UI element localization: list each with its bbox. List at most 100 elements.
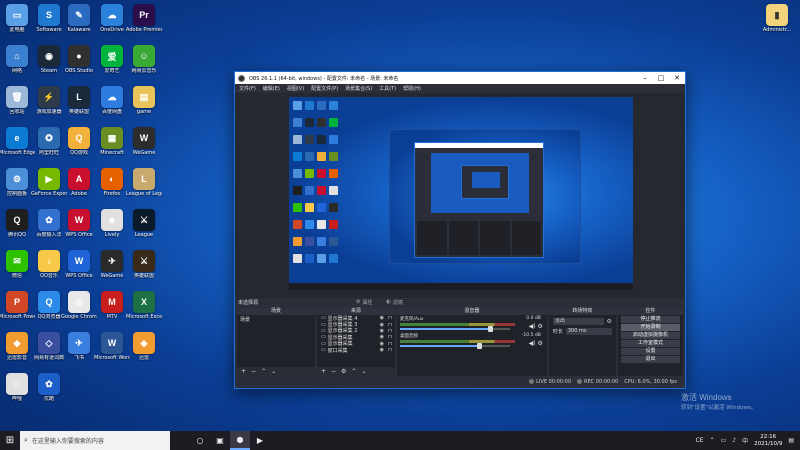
lock-icon[interactable]: ⊓ [388,315,392,321]
volume-slider-knob[interactable] [477,343,483,349]
desktop-icon[interactable]: ☺ 网易云音乐 [127,45,161,74]
desktop-icon[interactable]: ▭ 此电脑 [0,4,34,33]
windows-start-icon[interactable]: ⊞ [0,431,20,450]
remove-scene-icon[interactable]: − [251,368,256,375]
volume-slider[interactable] [399,343,510,349]
desktop-icon[interactable]: ☺ 哔哩 [0,373,34,402]
notification-icon[interactable]: ▤ [788,437,794,444]
desktop-icon[interactable]: Q QQ游戏 [62,127,96,156]
control-button[interactable]: 开始录制 [620,324,681,331]
network-icon[interactable]: ▭ [721,437,727,444]
desktop-icon[interactable]: W WPS Office [62,250,96,279]
desktop-icon[interactable]: 爱爱奇艺 [95,45,129,74]
lock-icon[interactable]: ⊓ [388,334,392,340]
eye-icon[interactable]: ◉ [380,322,384,328]
desktop-icon[interactable]: 🗑 回收站 [0,86,34,115]
chevron-up-icon[interactable]: ⌃ [261,368,266,375]
filters-button[interactable]: ◐ 滤镜 [387,299,403,306]
desktop-icon[interactable]: X Microsoft Excel [126,291,162,320]
desktop-icon[interactable]: ● OBS Studio [62,45,96,74]
chevron-down-icon[interactable]: ⌄ [271,368,276,375]
speaker-icon[interactable]: ◀) [529,323,536,330]
desktop-icon[interactable]: Pr Adobe Premiere [126,4,162,33]
desktop-icon[interactable]: ▤ game [127,86,161,115]
control-button[interactable]: 工作室模式 [620,340,681,347]
control-button[interactable]: 设置 [620,348,681,355]
obs-titlebar[interactable]: OBS 26.1.1 (64-bit, windows) - 配置文件: 未命名… [235,72,685,84]
desktop-icon[interactable]: Q 腾讯QQ [0,209,34,238]
source-item[interactable]: ▭ 窗口采集 ◉ ⊓ [317,347,395,354]
minimize-icon[interactable]: – [637,72,653,84]
desktop-icon[interactable]: ✉ 微信 [0,250,34,279]
lock-icon[interactable]: ⊓ [388,347,392,353]
menu-item[interactable]: 编辑(E) [263,85,280,92]
gear-icon[interactable]: ⚙ [536,323,542,330]
taskbar-app-icon[interactable]: ▶ [250,431,270,450]
menu-item[interactable]: 场景集合(S) [345,85,372,92]
desktop-icon[interactable]: ◐ Firefox [95,168,129,197]
desktop-icon[interactable]: PMicrosoft PowerPoint [0,291,35,320]
chevron-down-icon[interactable]: ⌄ [361,368,366,375]
desktop-icon[interactable]: ⚙ 控制面板 [0,168,34,197]
desktop-icon[interactable]: A Adobe [62,168,96,197]
desktop-icon[interactable]: LLeague of Legends [126,168,162,197]
eye-icon[interactable]: ◉ [380,341,384,347]
control-button[interactable]: 退出 [620,356,681,363]
gear-icon[interactable]: ⚙ [607,318,612,325]
desktop-icon[interactable]: M MTV [95,291,129,320]
add-source-icon[interactable]: + [321,368,326,375]
close-icon[interactable]: ✕ [669,72,685,84]
desktop-icon[interactable]: ◆ 迅雷 [127,332,161,361]
duration-field[interactable]: 300 ms [565,328,612,335]
menu-item[interactable]: 文件(F) [239,85,256,92]
desktop-icon[interactable]: e Microsoft Edge [0,127,35,156]
gear-icon[interactable]: ⚙ [536,340,542,347]
transition-select[interactable]: 淡出 [552,318,604,325]
desktop-icon[interactable]: ☁ 百度网盘 [95,86,129,115]
volume-icon[interactable]: ♪ [732,437,736,444]
desktop-icon-admin-folder[interactable]: ▮ Administr... [760,4,794,33]
menu-item[interactable]: 配置文件(P) [311,85,338,92]
eye-icon[interactable]: ◉ [380,347,384,353]
eye-icon[interactable]: ◉ [380,334,384,340]
desktop-icon[interactable]: ▦ Minecraft [95,127,129,156]
lock-icon[interactable]: ⊓ [388,322,392,328]
gear-icon[interactable]: ⚙ [341,368,346,375]
desktop-icon[interactable]: ✎ Kalaware [62,4,96,33]
obs-preview-canvas[interactable] [289,97,633,290]
task-view-icon[interactable]: ▣ [210,431,230,450]
desktop-icon[interactable]: W Microsoft Word [94,332,130,361]
ime-indicator[interactable]: 中 [742,436,748,445]
menu-item[interactable]: 工具(T) [379,85,396,92]
taskbar-clock[interactable]: 22:16 2021/10/9 [754,434,782,448]
lock-icon[interactable]: ⊓ [388,341,392,347]
speaker-icon[interactable]: ◀) [529,340,536,347]
desktop-icon[interactable]: ⚔ 英雄联盟 [127,250,161,279]
lock-icon[interactable]: ⊓ [388,328,392,334]
desktop-icon[interactable]: ◆ 迅雷影音 [0,332,34,361]
desktop-icon[interactable]: ⚔ League [127,209,161,238]
desktop-icon[interactable]: ✈ 飞书 [62,332,96,361]
add-scene-icon[interactable]: + [241,368,246,375]
desktop-icon[interactable]: ◎ Google Chrome [61,291,97,320]
control-button[interactable]: 停止推流 [620,316,681,323]
properties-button[interactable]: ⚙ 属性 [356,299,373,306]
maximize-icon[interactable]: □ [653,72,669,84]
taskbar-search-box[interactable]: ⌕ 在这里输入你要搜索的内容 [20,431,170,450]
cortana-icon[interactable]: ○ [190,431,210,450]
desktop-icon[interactable]: W WPS Office [62,209,96,238]
menu-item[interactable]: 视图(V) [287,85,304,92]
desktop-icon[interactable]: W WeGame [127,127,161,156]
chevron-up-icon[interactable]: ⌃ [351,368,356,375]
desktop-icon[interactable]: ☁ OneDrive [95,4,129,33]
desktop-icon[interactable]: ✈ WeGame [95,250,129,279]
volume-slider[interactable] [399,326,510,332]
remove-source-icon[interactable]: − [331,368,336,375]
control-button[interactable]: 启动虚拟摄像机 [620,332,681,339]
obs-window[interactable]: OBS 26.1.1 (64-bit, windows) - 配置文件: 未命名… [234,71,686,389]
desktop-icon[interactable]: L 英雄联盟 [62,86,96,115]
desktop-icon[interactable]: ⌂ 网络 [0,45,34,74]
desktop-icon[interactable]: ✿ 优酷 [32,373,66,402]
desktop-icon[interactable]: ☻ Lively [95,209,129,238]
taskbar-obs-icon[interactable]: ● [230,431,250,450]
